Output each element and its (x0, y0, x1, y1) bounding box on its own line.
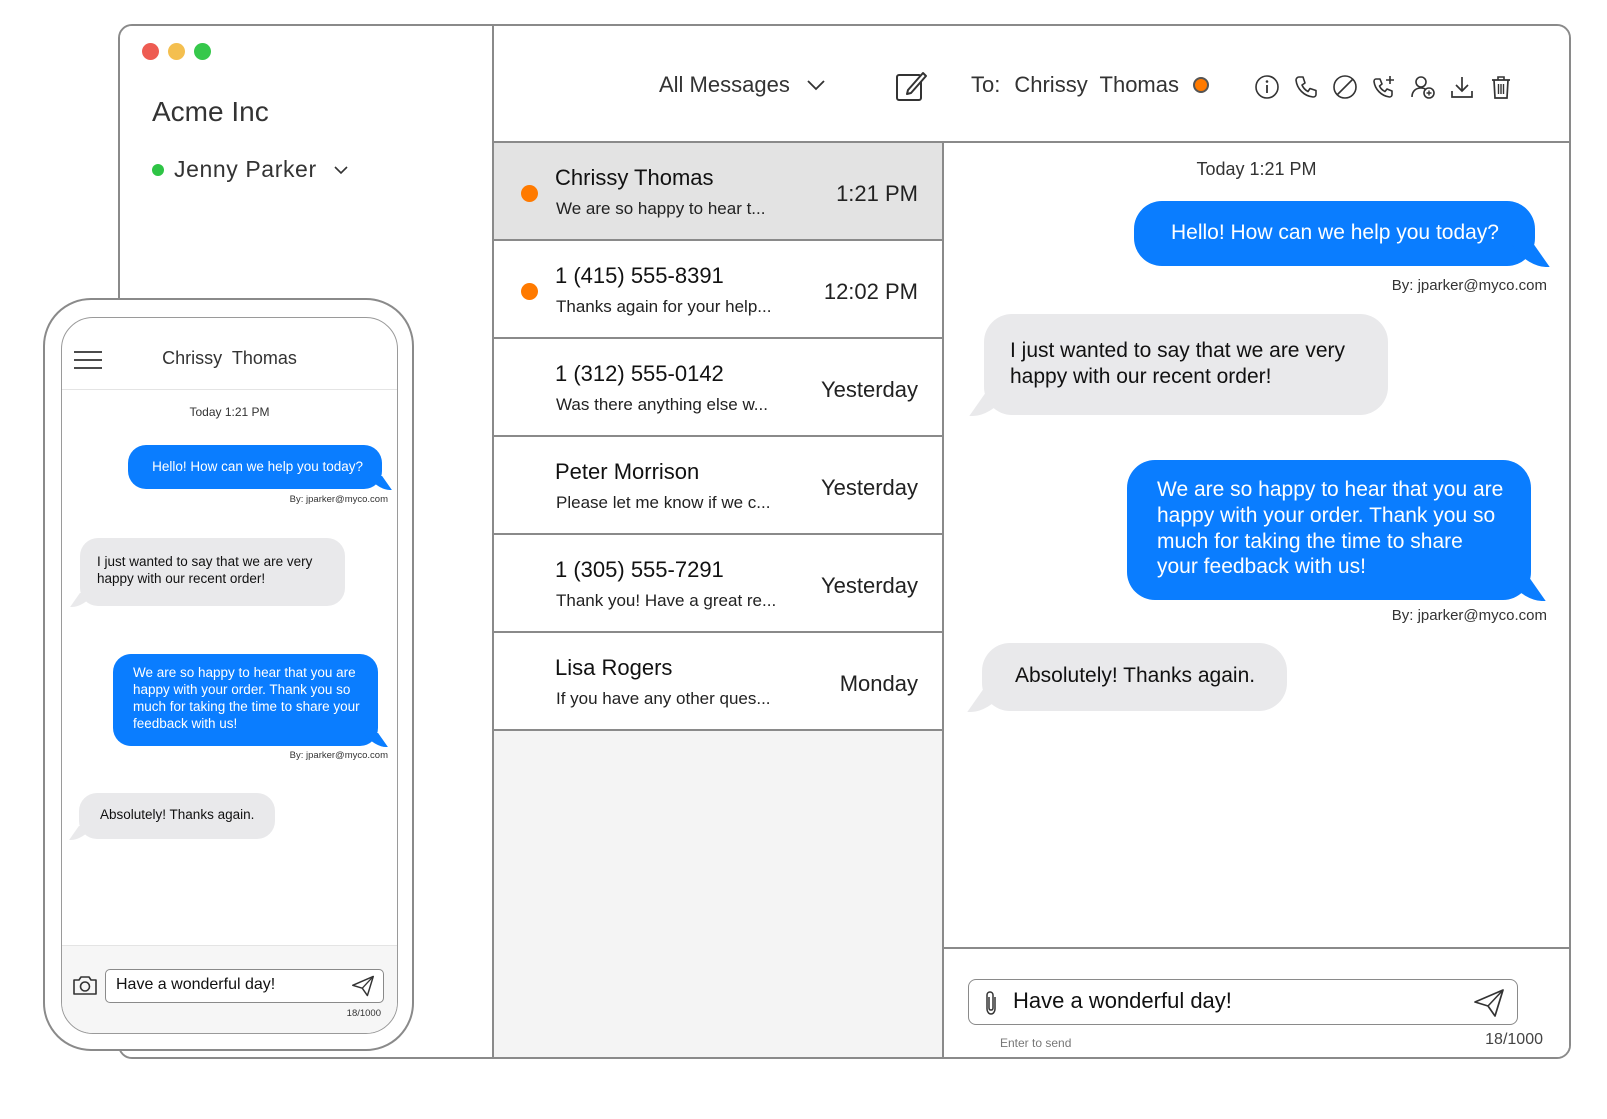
conversation-time: Yesterday (820, 475, 918, 500)
mobile-header: Chrissy Thomas (62, 318, 397, 390)
message-byline: By: jparker@myco.com (1391, 607, 1547, 624)
mobile-message-input[interactable]: Have a wonderful day! (105, 969, 384, 1003)
mobile-character-counter: 18/1000 (346, 1008, 381, 1019)
conversation-preview: If you have any other ques... (556, 689, 771, 708)
info-icon[interactable] (1254, 74, 1280, 100)
conversation-preview: Thank you! Have a great re... (556, 591, 777, 610)
conversation-preview: Was there anything else w... (556, 395, 768, 414)
chevron-down-icon (334, 165, 348, 174)
conversation-actions (1254, 74, 1514, 100)
recipient-name: Chrissy Thomas (1014, 72, 1179, 97)
outgoing-message: Hello! How can we help you today? (1133, 201, 1535, 266)
attachment-icon[interactable] (981, 990, 1001, 1016)
conversation-time: Monday (839, 671, 918, 696)
incoming-message: Absolutely! Thanks again. (982, 643, 1288, 711)
unread-dot (521, 185, 538, 202)
online-status-dot (152, 163, 164, 176)
conversation-item[interactable]: Chrissy Thomas We are so happy to hear t… (494, 143, 942, 241)
camera-icon[interactable] (72, 974, 98, 996)
message-byline: By: jparker@myco.com (1391, 277, 1547, 294)
conversation-preview: We are so happy to hear t... (556, 199, 766, 218)
conversation-preview: Please let me know if we c... (556, 493, 771, 512)
mobile-message-input-value: Have a wonderful day! (116, 976, 276, 993)
mobile-outgoing-message: Hello! How can we help you today? (128, 445, 382, 489)
conversation-name: 1 (312) 555-0142 (555, 361, 724, 386)
conversation-time: Yesterday (820, 377, 918, 402)
download-icon[interactable] (1449, 74, 1475, 100)
mobile-message-byline: By: jparker@myco.com (289, 494, 388, 505)
org-name: Acme Inc (152, 96, 269, 127)
send-hint: Enter to send (1000, 1036, 1072, 1050)
conversation-name: Chrissy Thomas (555, 165, 714, 190)
message-input[interactable]: Have a wonderful day! (968, 979, 1518, 1025)
conversation-name: Peter Morrison (555, 459, 700, 484)
character-counter: 18/1000 (1485, 1031, 1543, 1048)
user-name: Jenny Parker (174, 156, 317, 182)
mobile-outgoing-message: We are so happy to hear that you are hap… (113, 654, 378, 746)
conversation-item[interactable]: 1 (415) 555-8391 Thanks again for your h… (494, 241, 942, 339)
conversation-item[interactable]: 1 (312) 555-0142 Was there anything else… (494, 339, 942, 437)
recipient-status-dot (1193, 77, 1209, 93)
recipient-header: To: Chrissy Thomas (971, 72, 1209, 98)
top-toolbar: All Messages To: Chrissy Thomas (494, 26, 1569, 143)
conversation-item[interactable]: Peter Morrison Please let me know if we … (494, 437, 942, 535)
mobile-incoming-message: Absolutely! Thanks again. (79, 793, 276, 839)
chevron-down-icon (807, 80, 825, 91)
message-filter-dropdown[interactable]: All Messages (659, 72, 826, 98)
mobile-message-byline: By: jparker@myco.com (289, 750, 388, 761)
conversation-list: Chrissy Thomas We are so happy to hear t… (494, 143, 944, 1057)
block-icon[interactable] (1332, 74, 1358, 100)
mobile-chat-title: Chrissy Thomas (162, 348, 297, 368)
compose-icon[interactable] (894, 69, 928, 103)
incoming-message: I just wanted to say that we are very ha… (984, 314, 1388, 415)
conversation-name: Lisa Rogers (555, 655, 673, 680)
to-prefix: To: (971, 72, 1001, 97)
chat-date-label: Today 1:21 PM (1196, 159, 1317, 179)
conversation-preview: Thanks again for your help... (556, 297, 772, 316)
maximize-window-button[interactable] (194, 43, 211, 60)
conversation-item[interactable]: Lisa Rogers If you have any other ques..… (494, 633, 942, 731)
window-controls (142, 43, 211, 60)
conversation-time: 1:21 PM (836, 181, 918, 206)
unread-dot (521, 283, 538, 300)
message-input-value: Have a wonderful day! (1013, 988, 1232, 1013)
conversation-time: 12:02 PM (823, 279, 918, 304)
mobile-device: Chrissy Thomas Today 1:21 PM Hello! How … (43, 298, 414, 1051)
composer-area: Have a wonderful day! Enter to send 18/1… (944, 947, 1569, 1057)
minimize-window-button[interactable] (168, 43, 185, 60)
conversation-item[interactable]: 1 (305) 555-7291 Thank you! Have a great… (494, 535, 942, 633)
mobile-screen: Chrissy Thomas Today 1:21 PM Hello! How … (61, 317, 398, 1034)
close-window-button[interactable] (142, 43, 159, 60)
add-call-icon[interactable] (1371, 74, 1397, 100)
conversation-name: 1 (305) 555-7291 (555, 557, 724, 582)
mobile-composer-area: Have a wonderful day! 18/1000 (62, 945, 397, 1033)
send-icon[interactable] (1473, 988, 1505, 1018)
mobile-incoming-message: I just wanted to say that we are very ha… (80, 538, 345, 606)
conversation-time: Yesterday (820, 573, 918, 598)
send-icon[interactable] (351, 975, 375, 997)
trash-icon[interactable] (1488, 74, 1514, 100)
add-contact-icon[interactable] (1410, 74, 1436, 100)
user-switcher[interactable]: Jenny Parker (152, 156, 349, 183)
chat-pane: Today 1:21 PM Hello! How can we help you… (944, 143, 1569, 1057)
filter-label: All Messages (659, 72, 790, 97)
phone-icon[interactable] (1293, 74, 1319, 100)
conversation-name: 1 (415) 555-8391 (555, 263, 724, 288)
outgoing-message: We are so happy to hear that you are hap… (1127, 460, 1531, 601)
mobile-date-label: Today 1:21 PM (189, 405, 270, 419)
